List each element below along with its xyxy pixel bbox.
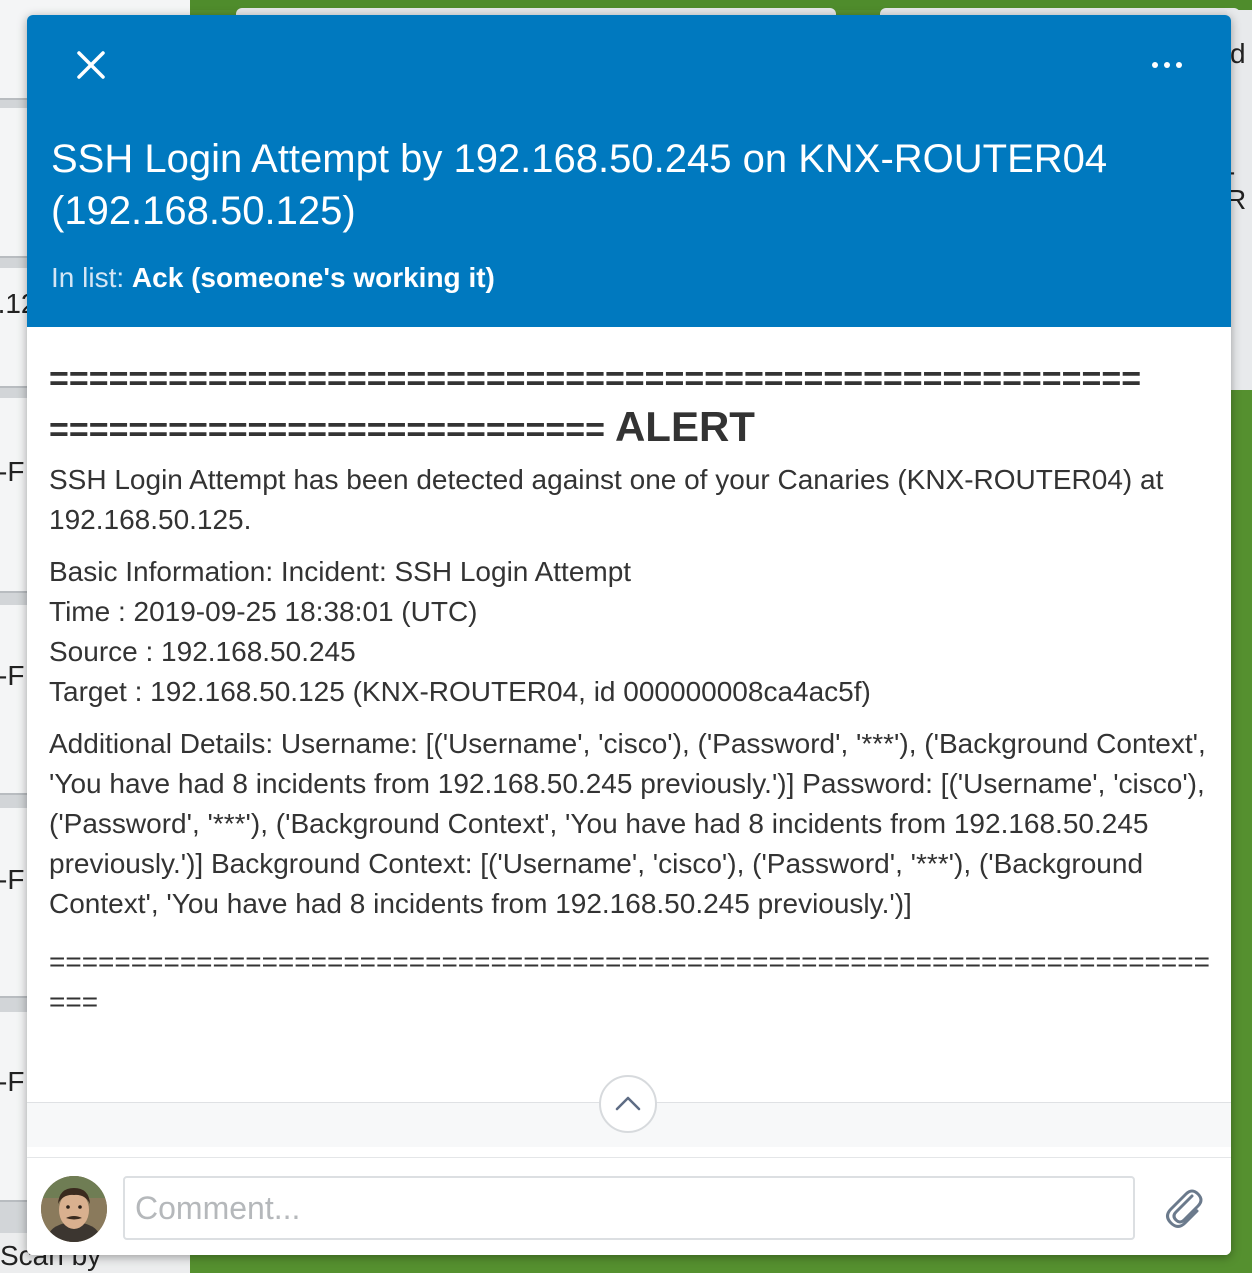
chevron-up-icon <box>615 1096 641 1111</box>
close-button[interactable] <box>71 45 111 85</box>
alert-heading: ============================ ALERT <box>49 403 1213 454</box>
basic-information: Basic Information: Incident: SSH Login A… <box>49 552 1213 712</box>
paperclip-icon <box>1166 1189 1203 1228</box>
bg-text-fragment: -F <box>0 864 25 895</box>
source-line: Source : 192.168.50.245 <box>49 636 356 667</box>
more-options-button[interactable] <box>1143 47 1191 83</box>
list-prefix: In list: <box>51 262 132 293</box>
avatar[interactable] <box>41 1176 107 1242</box>
separator-line: ========================================… <box>49 360 1142 398</box>
comment-composer <box>27 1157 1231 1255</box>
alert-summary: SSH Login Attempt has been detected agai… <box>49 464 1164 535</box>
target-line: Target : 192.168.50.125 (KNX-ROUTER04, i… <box>49 676 871 707</box>
list-indicator: In list: Ack (someone's working it) <box>51 260 495 296</box>
attach-button[interactable] <box>1159 1182 1209 1232</box>
additional-details: Additional Details: Username: [('Usernam… <box>49 728 1206 919</box>
list-name-link[interactable]: Ack (someone's working it) <box>132 262 495 293</box>
basic-info-line: Basic Information: Incident: SSH Login A… <box>49 556 632 587</box>
avatar-image <box>41 1176 107 1242</box>
bg-text-fragment: -F <box>0 660 25 691</box>
card-description[interactable]: ========================================… <box>49 327 1213 1022</box>
collapse-description-button[interactable] <box>599 1075 657 1133</box>
bg-text-fragment: -F <box>0 1066 25 1097</box>
alert-label: ALERT <box>614 403 755 450</box>
separator-line-bottom: ========================================… <box>49 946 1210 1017</box>
bg-text-fragment: -F <box>0 456 25 487</box>
separator-line: ============================ <box>49 411 605 449</box>
more-icon <box>1152 62 1182 68</box>
time-line: Time : 2019-09-25 18:38:01 (UTC) <box>49 596 478 627</box>
card-header: SSH Login Attempt by 192.168.50.245 on K… <box>27 15 1231 327</box>
card-detail-modal: SSH Login Attempt by 192.168.50.245 on K… <box>27 15 1231 1255</box>
card-title[interactable]: SSH Login Attempt by 192.168.50.245 on K… <box>51 133 1191 237</box>
bg-text-fragment: d <box>1230 38 1246 69</box>
close-icon <box>77 51 105 79</box>
comment-input[interactable] <box>123 1176 1135 1240</box>
